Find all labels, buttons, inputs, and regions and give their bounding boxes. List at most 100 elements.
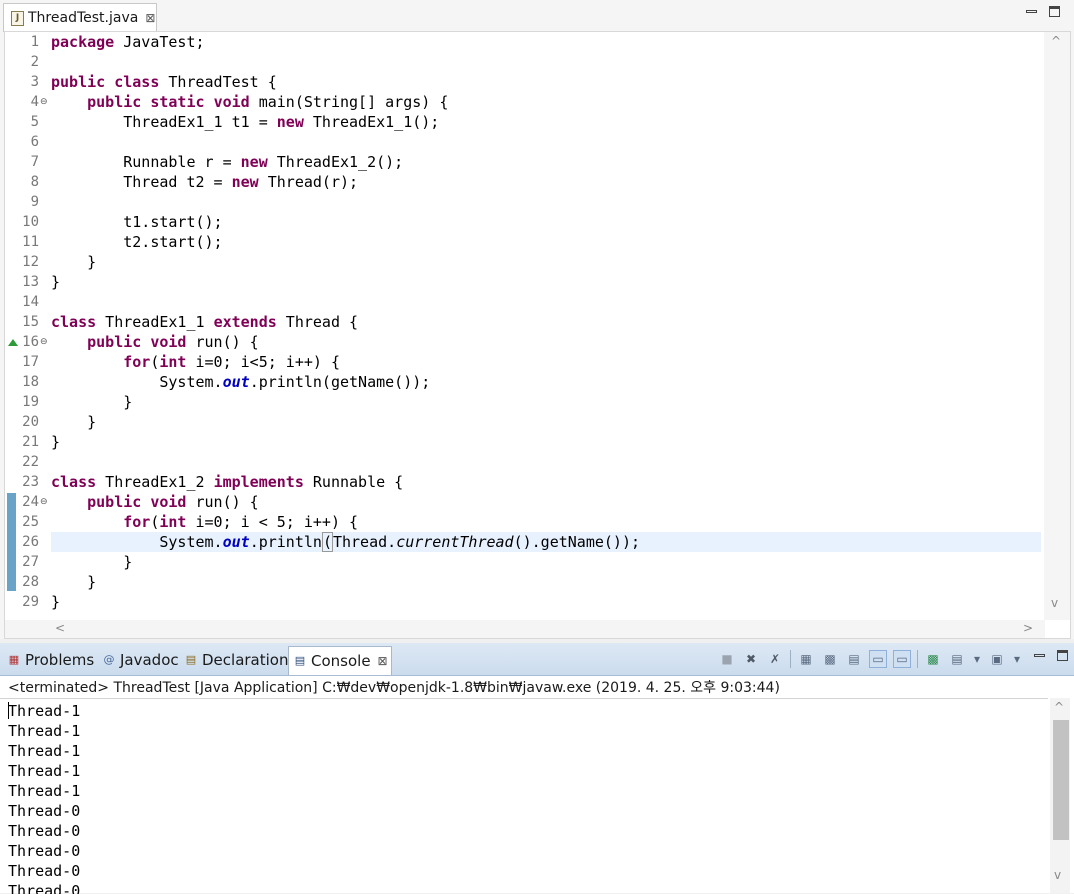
console-tab-bar: ▦ Problems @ Javadoc ▤ Declaration ▤ Con…	[0, 643, 1074, 676]
line-number: 13	[22, 274, 39, 290]
tab-label: Problems	[25, 651, 95, 669]
code-text: Thread {	[276, 313, 359, 331]
collapse-fold-icon[interactable]: ⊖	[40, 492, 50, 512]
editor-tab-threadtest[interactable]: J ThreadTest.java ⊠	[3, 3, 157, 32]
maximize-icon[interactable]	[1049, 6, 1060, 17]
line-number: 11	[22, 234, 39, 250]
code-text: i=0; i<5; i++) {	[186, 353, 340, 371]
code-line[interactable]: }	[51, 572, 1041, 592]
code-text: ThreadEx1_1 t1 =	[51, 113, 277, 131]
console-output-line: Thread-1	[8, 702, 81, 720]
code-line[interactable]: }	[51, 592, 1041, 612]
tab-javadoc[interactable]: @ Javadoc	[98, 646, 179, 674]
code-line[interactable]: }	[51, 432, 1041, 452]
code-text: }	[51, 553, 133, 571]
code-keyword: for	[123, 353, 151, 371]
line-number: 7	[30, 154, 39, 170]
console-output-line: Thread-1	[8, 762, 81, 780]
code-line[interactable]: }	[51, 272, 1041, 292]
tab-declaration[interactable]: ▤ Declaration	[180, 646, 289, 674]
maximize-icon[interactable]	[1057, 650, 1068, 661]
code-keyword: new	[276, 113, 304, 131]
code-text: .println	[249, 533, 322, 551]
code-line[interactable]: class ThreadEx1_2 implements Runnable {	[51, 472, 1041, 492]
code-line[interactable]: public class ThreadTest {	[51, 72, 1041, 92]
clear-console-icon[interactable]: ▦	[797, 650, 815, 668]
line-number-ruler: 1 2 3 4 ⊖ 5 6 7 8 9 10 11 12 13 14 15 16 ⊖ 17 18 19 20 21 22 23 2…	[5, 32, 49, 620]
chevron-down-icon[interactable]: ▾	[972, 650, 982, 668]
scroll-lock-icon[interactable]: ▩	[821, 650, 839, 668]
close-icon[interactable]: ⊠	[145, 11, 155, 25]
scroll-thumb[interactable]	[1053, 720, 1069, 840]
code-line[interactable]: Thread t2 = new Thread(r);	[51, 172, 1041, 192]
scroll-up-icon[interactable]: ^	[1051, 34, 1061, 48]
code-line[interactable]	[51, 52, 1041, 72]
code-keyword: extends	[213, 313, 277, 331]
scroll-left-icon[interactable]: <	[55, 621, 65, 635]
code-line[interactable]: public static void main(String[] args) {	[51, 92, 1041, 112]
word-wrap-icon[interactable]: ▤	[845, 650, 863, 668]
code-line[interactable]: t1.start();	[51, 212, 1041, 232]
console-vertical-scrollbar[interactable]: ^ v	[1050, 698, 1070, 893]
code-line[interactable]	[51, 452, 1041, 472]
code-line[interactable]	[51, 132, 1041, 152]
code-line[interactable]: System.out.println(getName());	[51, 372, 1041, 392]
console-output[interactable]: Thread-1 Thread-1 Thread-1 Thread-1 Thread-1…	[0, 698, 1048, 894]
code-line[interactable]: }	[51, 552, 1041, 572]
show-on-stdout-icon[interactable]: ▭	[869, 650, 887, 668]
scroll-down-icon[interactable]: v	[1051, 596, 1058, 610]
scroll-up-icon[interactable]: ^	[1054, 700, 1064, 714]
current-code-line[interactable]: System.out.println(Thread.currentThread(…	[51, 532, 1041, 552]
scroll-down-icon[interactable]: v	[1054, 868, 1061, 882]
code-line[interactable]: package JavaTest;	[51, 32, 1041, 52]
code-area[interactable]: package JavaTest; public class ThreadTest…	[51, 32, 1041, 620]
code-line[interactable]: for(int i=0; i < 5; i++) {	[51, 512, 1041, 532]
code-line[interactable]: public void run() {	[51, 492, 1041, 512]
collapse-fold-icon[interactable]: ⊖	[40, 92, 50, 112]
view-menu-icon[interactable]: ▾	[1012, 650, 1022, 668]
tab-problems[interactable]: ▦ Problems	[3, 646, 94, 674]
code-line[interactable]: t2.start();	[51, 232, 1041, 252]
remove-all-terminated-icon[interactable]: ✗	[766, 650, 784, 668]
editor-vertical-scrollbar[interactable]: ^ v	[1044, 32, 1070, 620]
code-line[interactable]: }	[51, 252, 1041, 272]
close-icon[interactable]: ⊠	[378, 654, 388, 668]
tab-console[interactable]: ▤ Console ⊠	[288, 646, 392, 675]
code-keyword: class	[51, 473, 97, 491]
console-toolbar: ■ ✖ ✗ ▦ ▩ ▤ ▭ ▭ ▩ ▤ ▾ ▣ ▾	[718, 650, 1068, 668]
collapse-fold-icon[interactable]: ⊖	[40, 332, 50, 352]
editor-pane: J ThreadTest.java ⊠ 1 2 3 4 ⊖ 5 6 7 8 9 10 11 12 13 14…	[0, 0, 1074, 639]
code-line[interactable]: }	[51, 412, 1041, 432]
line-number: 9	[30, 194, 39, 210]
code-text: JavaTest;	[114, 33, 205, 51]
code-text: ThreadEx1_1	[96, 313, 214, 331]
code-line[interactable]: }	[51, 392, 1041, 412]
code-text: Thread(r);	[258, 173, 359, 191]
code-line[interactable]: public void run() {	[51, 332, 1041, 352]
display-selected-console-icon[interactable]: ▤	[948, 650, 966, 668]
terminate-icon[interactable]: ■	[718, 650, 736, 668]
tab-label: Declaration	[202, 651, 289, 669]
code-line[interactable]: ThreadEx1_1 t1 = new ThreadEx1_1();	[51, 112, 1041, 132]
code-keyword: implements	[213, 473, 304, 491]
code-line[interactable]: Runnable r = new ThreadEx1_2();	[51, 152, 1041, 172]
code-editor[interactable]: 1 2 3 4 ⊖ 5 6 7 8 9 10 11 12 13 14 15 16 ⊖ 17 18 19 20 21 22 23 2…	[4, 31, 1071, 639]
scroll-right-icon[interactable]: >	[1023, 621, 1033, 635]
code-line[interactable]: class ThreadEx1_1 extends Thread {	[51, 312, 1041, 332]
open-console-icon[interactable]: ▣	[988, 650, 1006, 668]
pin-console-icon[interactable]: ▩	[924, 650, 942, 668]
remove-launch-icon[interactable]: ✖	[742, 650, 760, 668]
show-on-stderr-icon[interactable]: ▭	[893, 650, 911, 668]
minimize-icon[interactable]	[1034, 650, 1045, 661]
editor-horizontal-scrollbar[interactable]: < >	[5, 620, 1045, 638]
code-line[interactable]	[51, 292, 1041, 312]
code-keyword: public	[87, 493, 142, 511]
code-line[interactable]: for(int i=0; i<5; i++) {	[51, 352, 1041, 372]
code-line[interactable]	[51, 192, 1041, 212]
editor-tab-label: ThreadTest.java	[28, 10, 139, 26]
minimize-icon[interactable]	[1026, 6, 1037, 17]
code-text: ThreadEx1_2();	[267, 153, 404, 171]
line-number: 19	[22, 394, 39, 410]
